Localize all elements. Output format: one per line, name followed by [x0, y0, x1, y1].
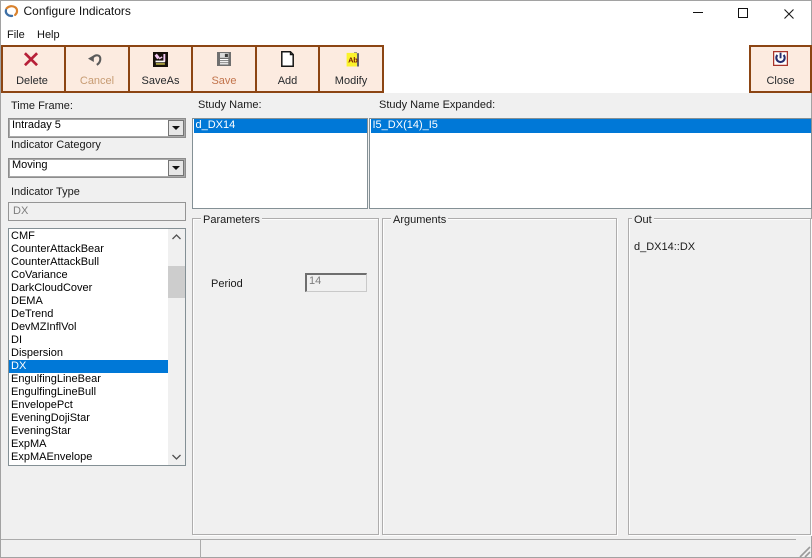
svg-text:Ab: Ab [348, 55, 358, 64]
